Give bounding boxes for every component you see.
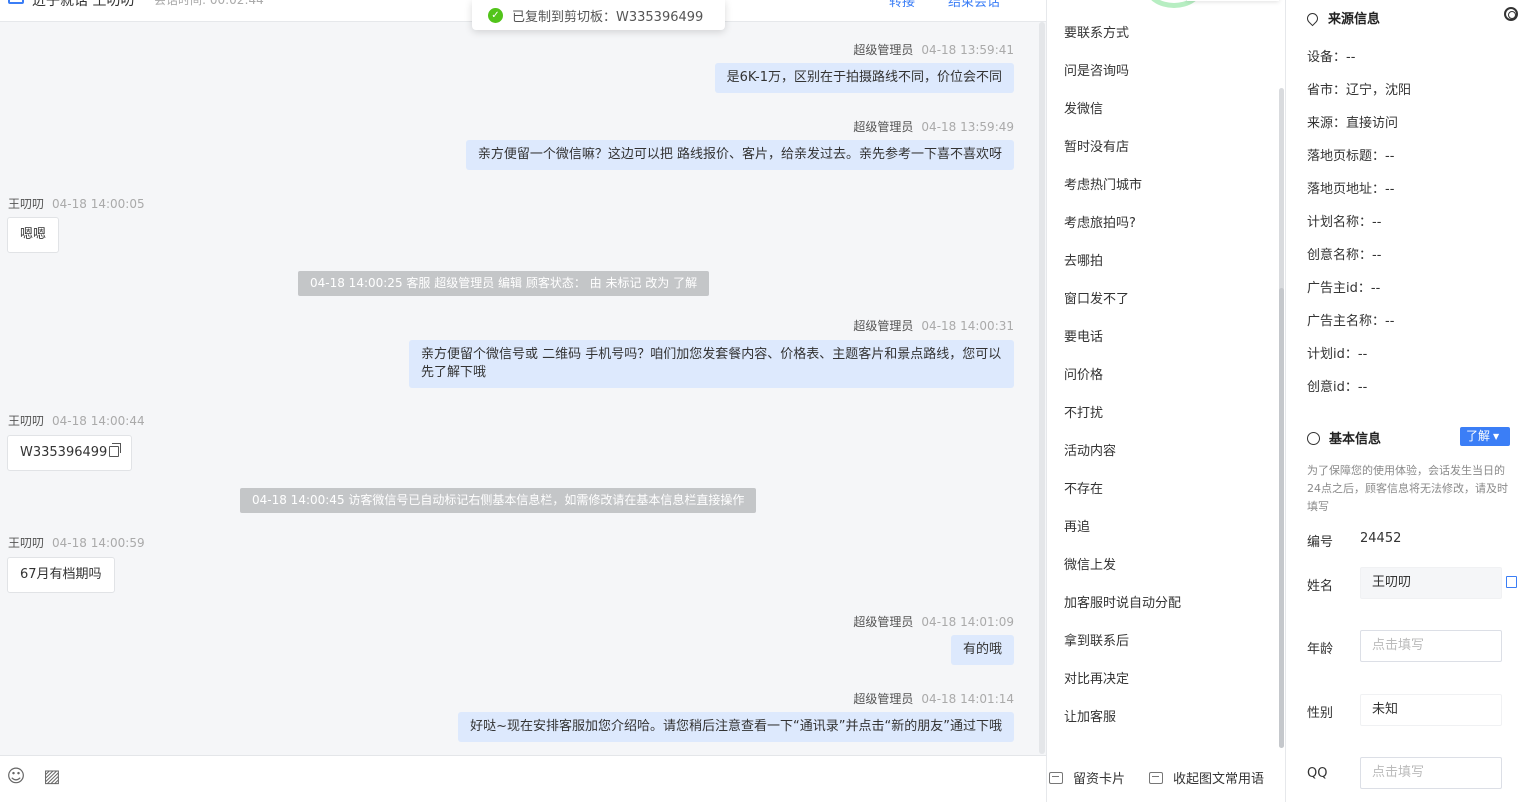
quick-reply-item[interactable]: 考虑热门城市 [1064,174,1142,193]
info-notice: 为了保障您的使用体验，会话发生当日的24点之后，顾客信息将无法修改，请及时填写 [1307,464,1508,513]
quick-reply-item[interactable]: 对比再决定 [1064,668,1129,687]
location-pin-icon [1304,10,1321,27]
agent-message: 亲方便留个微信号或 二维码 手机号吗？咱们加您发套餐内容、价格表、主题客片和景点… [409,340,1014,388]
dropdown-edge [1187,0,1279,1]
copy-icon[interactable] [109,443,122,457]
quick-reply-item[interactable]: 微信上发 [1064,554,1116,573]
name-field[interactable]: 王叨叨 [1360,567,1502,599]
copy-icon[interactable] [1506,576,1517,588]
quick-reply-item[interactable]: 去哪拍 [1064,250,1103,269]
source-row: 广告主id：-- [1307,281,1381,296]
quick-reply-item[interactable]: 拿到联系后 [1064,630,1129,649]
card-icon [1049,772,1063,784]
message-meta: 超级管理员 04-18 14:01:09 [853,615,1014,629]
basic-info-title: 基本信息 [1307,428,1381,447]
agent-message: 是6K-1万，区别在于拍摄路线不同，价位会不同 [714,63,1014,93]
quick-reply-item[interactable]: 不存在 [1064,478,1103,497]
name-label: 姓名 [1307,579,1334,594]
message-meta: 王叨叨 04-18 14:00:05 [8,197,145,211]
quick-reply-item[interactable]: 活动内容 [1064,440,1116,459]
message-meta: 超级管理员 04-18 14:00:31 [853,319,1014,333]
lead-card-button[interactable]: 留资卡片 [1049,768,1125,787]
message-meta: 超级管理员 04-18 13:59:49 [853,120,1014,134]
message-meta: 超级管理员 04-18 13:59:41 [853,43,1014,57]
age-input[interactable]: 点击填写 [1360,630,1502,662]
message-meta: 超级管理员 04-18 14:01:14 [853,692,1014,706]
gender-select[interactable]: 未知 [1360,694,1502,726]
qq-input[interactable]: 点击填写 [1360,757,1502,789]
message-meta: 王叨叨 04-18 14:00:59 [8,536,145,550]
session-duration: 会话时间: 00:02:44 [154,0,264,7]
collapse-phrases-button[interactable]: 收起图文常用语 [1149,768,1264,787]
transfer-link[interactable]: 转接 [889,0,915,10]
quick-reply-item[interactable]: 让加客服 [1064,706,1116,725]
agent-message: 好哒~现在安排客服加您介绍哈。请您稍后注意查看一下“通讯录”并点击“新的朋友”通… [458,712,1014,742]
end-session-link[interactable]: 结束会话 [948,0,1000,10]
status-dropdown[interactable]: 了解 ▼ [1460,427,1510,446]
quick-reply-item[interactable]: 问价格 [1064,364,1103,383]
check-circle-icon: ✓ [488,7,503,23]
quick-reply-item[interactable]: 考虑旅拍吗? [1064,212,1136,231]
toast-text: 已复制到剪切板：W335396499 [512,9,704,25]
scrollbar-thumb[interactable] [1279,288,1284,748]
user-circle-icon [1307,432,1320,445]
quick-reply-item[interactable]: 窗口发不了 [1064,288,1129,307]
system-message: 04-18 14:00:45 访客微信号已自动标记右侧基本信息栏，如需修改请在基… [240,488,757,513]
quick-reply-item[interactable]: 发微信 [1064,98,1103,117]
chat-panel: 进子就话 王叨叨 会话时间: 00:02:44 转接 结束会话 ✓ 已复制到剪切… [0,0,1046,802]
source-row: 落地页标题：-- [1307,149,1395,164]
copy-toast: ✓ 已复制到剪切板：W335396499 [472,0,725,30]
message-icon [1149,772,1163,784]
agent-message: 有的哦 [950,635,1014,665]
message-meta: 王叨叨 04-18 14:00:44 [8,414,145,428]
visitor-info-panel: 来源信息 设备：-- 省市：辽宁，沈阳 来源：直接访问 落地页标题：-- 落地页… [1287,0,1521,802]
source-row: 来源：直接访问 [1307,116,1399,131]
source-row: 广告主名称：-- [1307,314,1395,329]
monitor-icon [8,0,24,4]
quick-reply-item[interactable]: 要电话 [1064,326,1103,345]
id-label: 编号 [1307,535,1334,550]
source-row: 设备：-- [1307,50,1356,65]
emoji-icon[interactable]: ☺ [5,766,27,788]
system-message: 04-18 14:00:25 客服 超级管理员 编辑 顾客状态： 由 未标记 改… [298,271,710,296]
gender-label: 性别 [1307,706,1334,721]
visitor-message: W335396499 [7,435,133,471]
chat-title: 进子就话 王叨叨 [32,0,135,9]
visitor-message: 67月有档期吗 [7,557,115,593]
source-row: 计划名称：-- [1307,215,1382,230]
quick-reply-item[interactable]: 问是咨询吗 [1064,60,1129,79]
age-label: 年龄 [1307,642,1334,657]
source-row: 落地页地址：-- [1307,182,1395,197]
qq-label: QQ [1307,766,1328,781]
source-row: 计划id：-- [1307,347,1368,362]
visitor-message-text: W335396499 [20,445,108,460]
source-info-title: 来源信息 [1304,8,1380,27]
agent-message: 亲方便留一个微信嘛？这边可以把 路线报价、客片，给亲发过去。亲先参考一下喜不喜欢… [465,140,1014,170]
quick-reply-item[interactable]: 加客服时说自动分配 [1064,592,1181,611]
decoration-arc [1145,0,1203,8]
id-value: 24452 [1360,531,1402,546]
source-row: 创意名称：-- [1307,248,1382,263]
quick-reply-item[interactable]: 再追 [1064,516,1090,535]
chat-scrollbar[interactable] [1039,22,1045,754]
chat-input-toolbar: ☺ ▨ [0,755,1046,802]
image-icon[interactable]: ▨ [41,766,63,788]
visitor-message: 嗯嗯 [7,217,60,253]
quick-reply-scrollbar[interactable] [1279,88,1284,748]
quick-reply-panel: 要联系方式 问是咨询吗 发微信 暂时没有店 考虑热门城市 考虑旅拍吗? 去哪拍 … [1046,0,1286,802]
quick-reply-item[interactable]: 要联系方式 [1064,22,1129,41]
quick-reply-item[interactable]: 暂时没有店 [1064,136,1129,155]
source-row: 创意id：-- [1307,380,1368,395]
caret-down-icon: ▼ [1493,432,1500,441]
quick-reply-item[interactable]: 不打扰 [1064,402,1103,421]
settings-icon[interactable] [1504,7,1518,21]
source-row: 省市：辽宁，沈阳 [1307,83,1412,98]
